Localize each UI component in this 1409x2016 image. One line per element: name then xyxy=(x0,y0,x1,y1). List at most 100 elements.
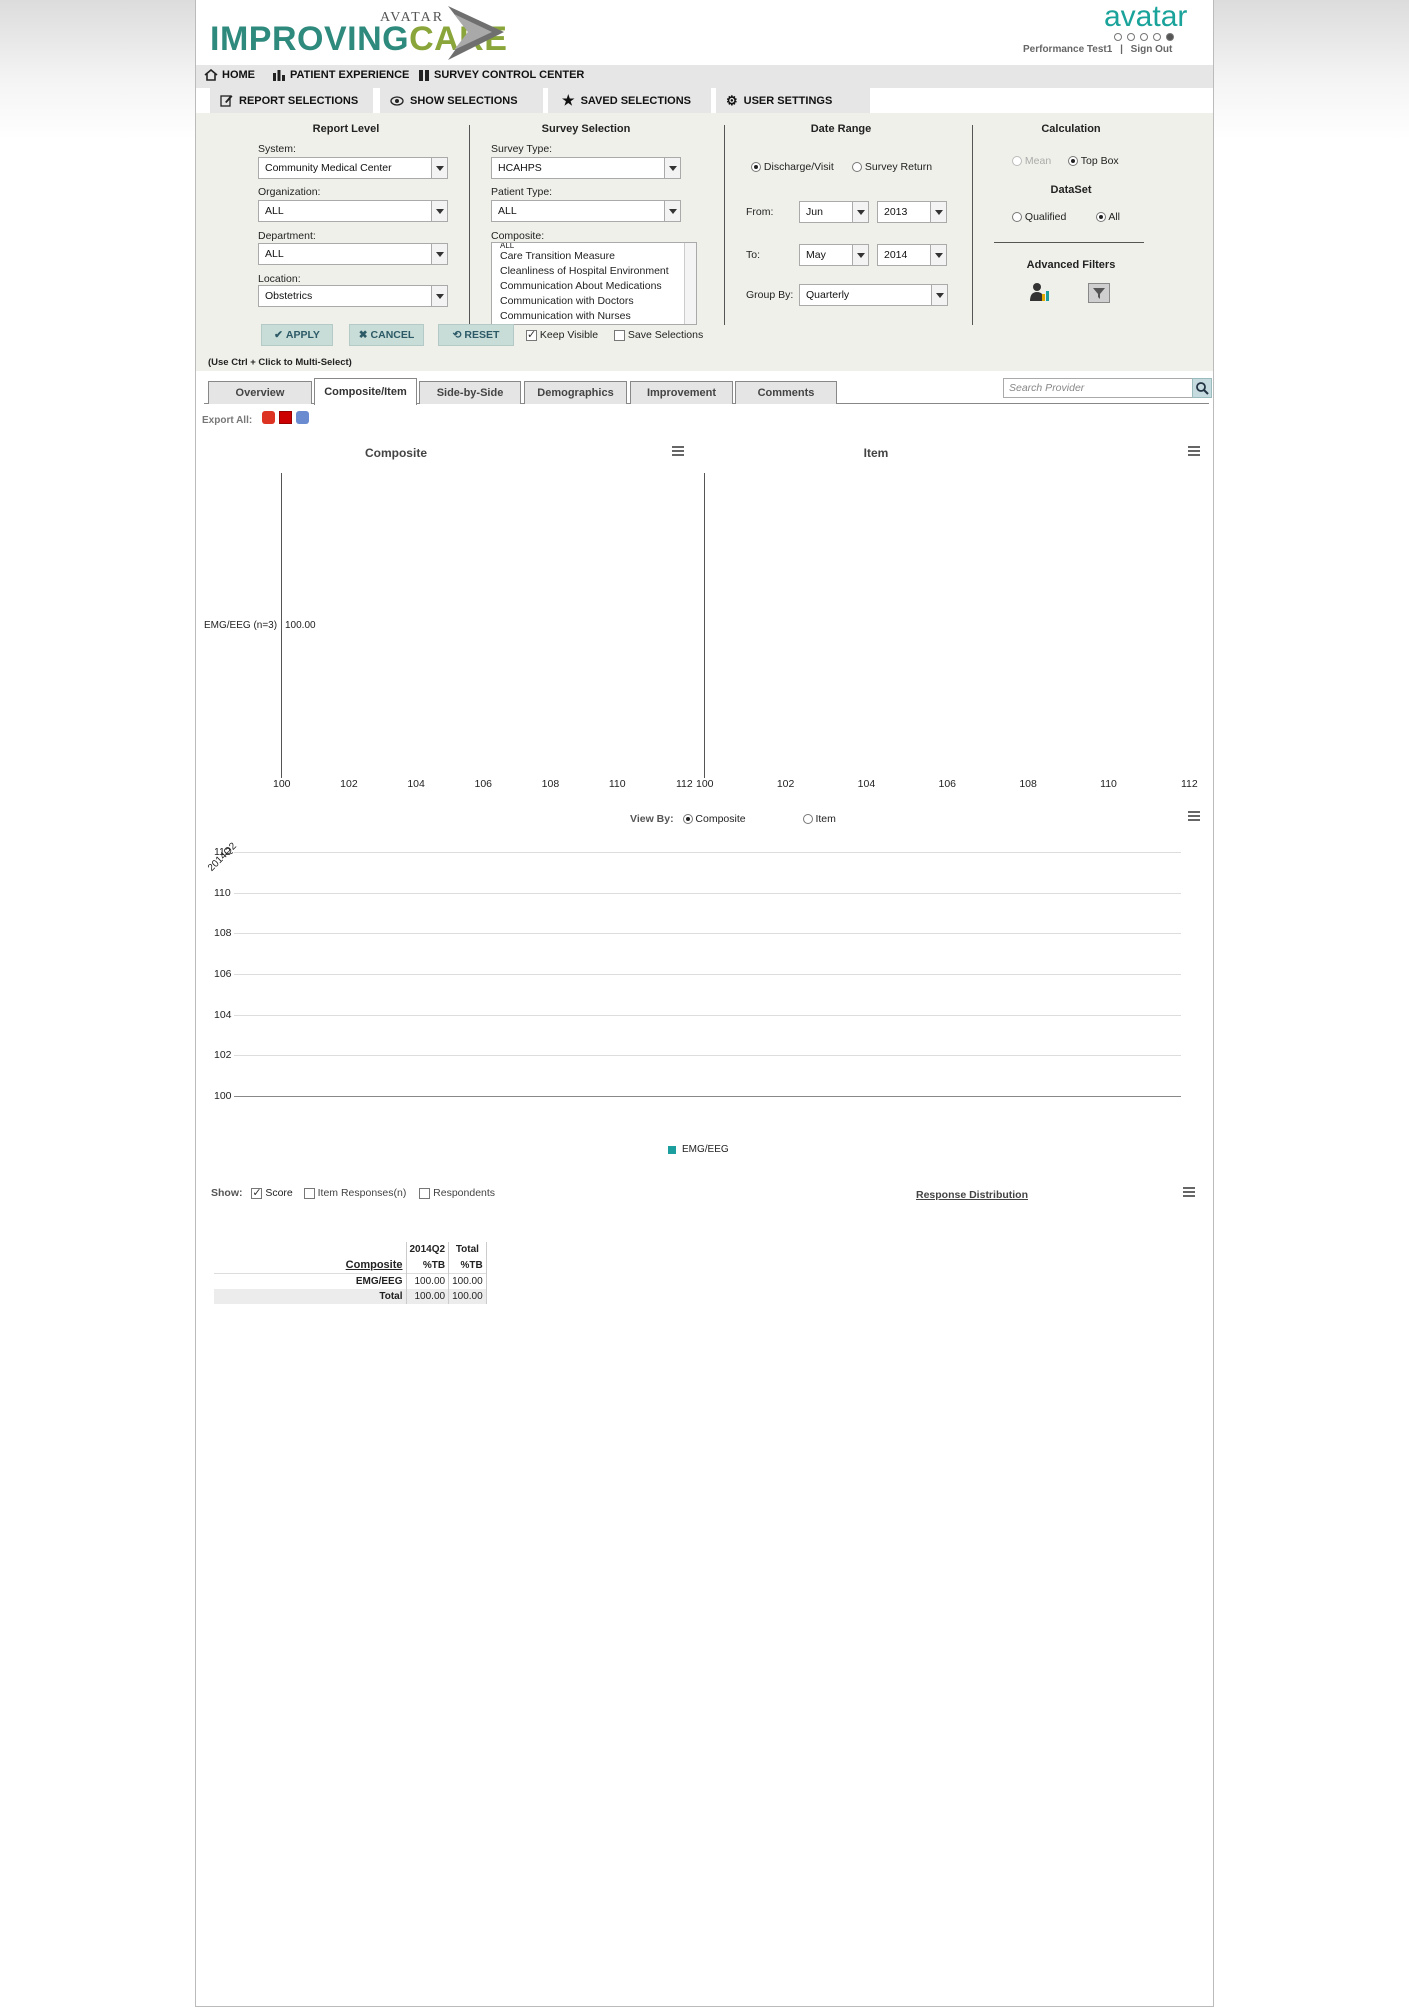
reset-button[interactable]: ⟲ RESET xyxy=(438,324,514,346)
item-responses-checkbox[interactable] xyxy=(303,1187,315,1199)
grid-line xyxy=(234,974,1181,975)
filter-button[interactable] xyxy=(1088,283,1110,303)
discharge-visit-option[interactable]: Discharge/Visit xyxy=(751,161,834,173)
view-composite-option[interactable]: Composite xyxy=(682,813,746,825)
list-item[interactable]: Communication with Doctors xyxy=(492,294,696,309)
composite-data-label: 100.00 xyxy=(285,620,316,631)
list-item[interactable]: Cleanliness of Hospital Environment xyxy=(492,264,696,279)
from-label: From: xyxy=(746,206,774,218)
department-select[interactable]: ALL xyxy=(258,243,448,265)
response-distribution-link[interactable]: Response Distribution xyxy=(916,1189,1028,1201)
score-checkbox[interactable] xyxy=(251,1186,263,1199)
app-frame: AVATAR IMPROVINGCARE avatar Performance … xyxy=(195,0,1214,2007)
department-label: Department: xyxy=(258,230,316,242)
composite-label: Composite: xyxy=(491,230,545,242)
grid-line xyxy=(234,1055,1181,1057)
radio-all[interactable] xyxy=(1096,212,1106,223)
nav-home[interactable]: HOME xyxy=(204,69,255,81)
logo-arrow-icon xyxy=(448,6,504,60)
location-label: Location: xyxy=(258,273,301,285)
table-row: EMG/EEG 100.00 100.00 xyxy=(214,1273,487,1289)
x-tick-label: 102 xyxy=(340,778,358,790)
search-button[interactable] xyxy=(1192,378,1212,398)
mean-option[interactable]: Mean xyxy=(1012,155,1051,167)
chart-menu-icon[interactable] xyxy=(1188,811,1200,823)
radio-mean[interactable] xyxy=(1012,156,1022,167)
radio-view-item[interactable] xyxy=(802,814,813,825)
composite-header-link[interactable]: Composite xyxy=(346,1259,403,1271)
score-table: 2014Q2 Total Composite %TB %TB EMG/EEG 100.0… xyxy=(214,1242,487,1304)
search-area: Search Provider xyxy=(196,378,1213,400)
improving-care-logo[interactable]: AVATAR IMPROVINGCARE xyxy=(210,4,510,60)
system-select[interactable]: Community Medical Center xyxy=(258,157,448,179)
save-selections-checkbox[interactable] xyxy=(614,329,625,341)
dataset-title: DataSet xyxy=(1050,184,1092,196)
nav-survey-control-center[interactable]: SURVEY CONTROL CENTER xyxy=(418,69,584,81)
radio-view-composite[interactable] xyxy=(682,814,693,825)
chevron-down-icon xyxy=(664,201,680,221)
radio-survey-return[interactable] xyxy=(852,162,862,173)
patient-type-select[interactable]: ALL xyxy=(491,200,681,222)
show-controls: Show: Score Item Responses(n) Respondent… xyxy=(211,1186,495,1199)
respondents-checkbox[interactable] xyxy=(419,1187,431,1199)
list-item[interactable]: Communication About Medications xyxy=(492,279,696,294)
top-box-option[interactable]: Top Box xyxy=(1068,155,1119,167)
qualified-option[interactable]: Qualified xyxy=(1012,211,1066,223)
cancel-button[interactable]: ✖ CANCEL xyxy=(349,324,424,346)
pdf-export-icon[interactable] xyxy=(262,411,275,424)
search-provider-input[interactable]: Search Provider xyxy=(1003,378,1193,398)
item-chart-title: Item xyxy=(863,446,889,460)
survey-selection-title: Survey Selection xyxy=(541,123,631,135)
organization-label: Organization: xyxy=(258,186,321,198)
keep-visible-option[interactable]: Keep Visible xyxy=(526,328,598,341)
from-month-select[interactable]: Jun xyxy=(799,201,869,223)
radio-qualified[interactable] xyxy=(1012,212,1022,223)
tab-report-selections[interactable]: REPORT SELECTIONS xyxy=(210,88,373,113)
col-header-2014q2: 2014Q2 xyxy=(405,1242,450,1257)
group-by-select[interactable]: Quarterly xyxy=(799,284,948,306)
survey-return-option[interactable]: Survey Return xyxy=(852,161,932,173)
view-item-option[interactable]: Item xyxy=(802,813,836,825)
tab-user-settings[interactable]: ⚙ USER SETTINGS xyxy=(716,88,870,113)
all-option[interactable]: All xyxy=(1096,211,1120,223)
home-icon xyxy=(204,69,218,81)
multi-select-hint: (Use Ctrl + Click to Multi-Select) xyxy=(208,357,352,368)
list-item[interactable]: Communication with Nurses xyxy=(492,309,696,324)
from-year-select[interactable]: 2013 xyxy=(877,201,947,223)
composite-listbox[interactable]: ALL Care Transition Measure Cleanliness … xyxy=(491,242,697,325)
organization-select[interactable]: ALL xyxy=(258,200,448,222)
tab-saved-selections[interactable]: ★ SAVED SELECTIONS xyxy=(548,88,711,113)
trend-legend[interactable]: EMG/EEG xyxy=(668,1144,729,1155)
y-tick-label: 104 xyxy=(214,1008,232,1021)
show-score-option[interactable]: Score xyxy=(251,1186,293,1199)
y-tick-label: 100 xyxy=(214,1090,232,1102)
x-tick-label: 112 xyxy=(1181,778,1198,790)
chevron-down-icon xyxy=(931,285,947,305)
tab-show-selections[interactable]: SHOW SELECTIONS xyxy=(380,88,543,113)
survey-type-select[interactable]: HCAHPS xyxy=(491,157,681,179)
show-item-responses-option[interactable]: Item Responses(n) xyxy=(303,1187,406,1199)
scrollbar[interactable] xyxy=(684,243,696,324)
chart-menu-icon[interactable] xyxy=(672,446,684,458)
apply-button[interactable]: ✔ APPLY xyxy=(261,324,333,346)
avatar-brand-logo[interactable]: avatar xyxy=(1104,0,1187,34)
radio-discharge[interactable] xyxy=(751,162,761,173)
pdf-doc-icon[interactable] xyxy=(279,411,292,424)
chart-menu-icon[interactable] xyxy=(1188,446,1200,458)
person-filter-icon[interactable] xyxy=(1028,281,1050,303)
to-month-select[interactable]: May xyxy=(799,244,869,266)
show-respondents-option[interactable]: Respondents xyxy=(419,1187,495,1199)
radio-top-box[interactable] xyxy=(1068,156,1078,167)
to-year-select[interactable]: 2014 xyxy=(877,244,947,266)
table-row: Total 100.00 100.00 xyxy=(214,1289,487,1304)
save-selections-option[interactable]: Save Selections xyxy=(614,329,703,341)
x-tick-label: 108 xyxy=(541,778,560,790)
nav-patient-experience[interactable]: PATIENT EXPERIENCE xyxy=(272,69,409,81)
list-item[interactable]: Care Transition Measure xyxy=(492,249,696,264)
sign-out-link[interactable]: Sign Out xyxy=(1131,44,1173,55)
keep-visible-checkbox[interactable] xyxy=(526,328,537,341)
location-select[interactable]: Obstetrics xyxy=(258,285,448,307)
print-icon[interactable] xyxy=(296,411,309,424)
chevron-down-icon xyxy=(852,202,868,222)
table-menu-icon[interactable] xyxy=(1183,1187,1195,1199)
